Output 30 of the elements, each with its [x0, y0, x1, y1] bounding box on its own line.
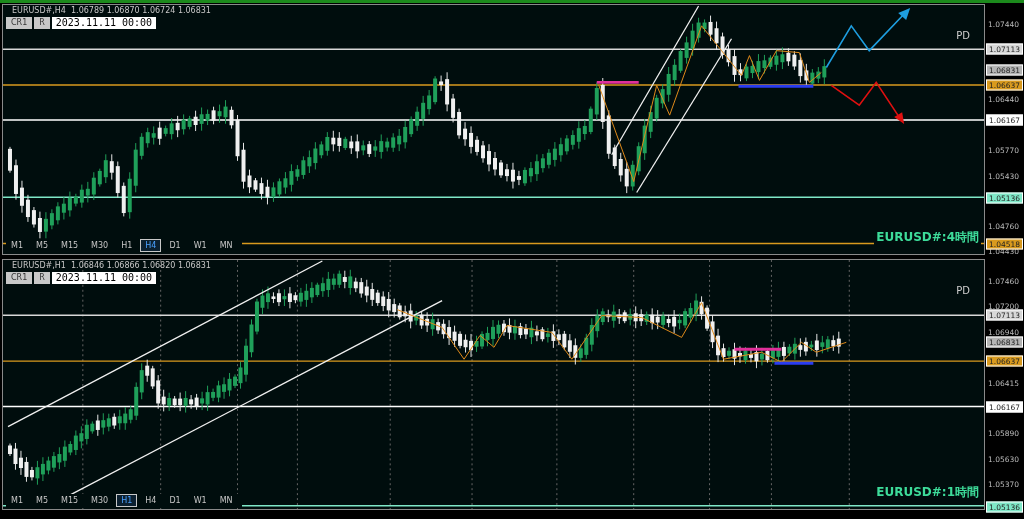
chart-title-label: EURUSD#:1時間 — [874, 484, 981, 501]
timeframe-tab[interactable]: M5 — [31, 494, 53, 507]
symbol-quote-text: EURUSD#,H1 1.06846 1.06866 1.06820 1.06831 — [11, 261, 211, 270]
timeframe-tab[interactable]: H4 — [140, 494, 162, 507]
timeframe-tab[interactable]: H1 — [116, 239, 138, 252]
toolbar-button[interactable]: R — [34, 17, 50, 29]
date-field[interactable]: 2023.11.11 00:00 — [51, 272, 157, 284]
date-field[interactable]: 2023.11.11 00:00 — [51, 17, 157, 29]
corner-label: PD — [956, 285, 970, 296]
timeframe-tab[interactable]: W1 — [188, 494, 212, 507]
timeframe-tab[interactable]: M15 — [56, 239, 84, 252]
chart-title-label: EURUSD#:4時間 — [874, 229, 981, 246]
timeframe-tab[interactable]: M30 — [86, 239, 114, 252]
toolbar-button[interactable]: CR1 — [6, 17, 33, 29]
timeframe-tab[interactable]: M15 — [56, 494, 84, 507]
timeframe-tab[interactable]: H4 — [140, 239, 162, 252]
timeframe-tab[interactable]: D1 — [164, 494, 186, 507]
timeframe-tab[interactable]: M1 — [6, 239, 28, 252]
timeframe-tab[interactable]: D1 — [164, 239, 186, 252]
timeframe-tab[interactable]: H1 — [116, 494, 138, 507]
timeframe-tab[interactable]: MN — [214, 494, 238, 507]
corner-label: PD — [956, 30, 970, 41]
symbol-quote-text: EURUSD#,H4 1.06789 1.06870 1.06724 1.06831 — [11, 6, 211, 15]
toolbar-button[interactable]: CR1 — [6, 272, 33, 284]
timeframe-tab[interactable]: M5 — [31, 239, 53, 252]
timeframe-tab[interactable]: M30 — [86, 494, 114, 507]
timeframe-tab[interactable]: M1 — [6, 494, 28, 507]
timeframe-tab[interactable]: W1 — [188, 239, 212, 252]
toolbar-button[interactable]: R — [34, 272, 50, 284]
timeframe-tab[interactable]: MN — [214, 239, 238, 252]
